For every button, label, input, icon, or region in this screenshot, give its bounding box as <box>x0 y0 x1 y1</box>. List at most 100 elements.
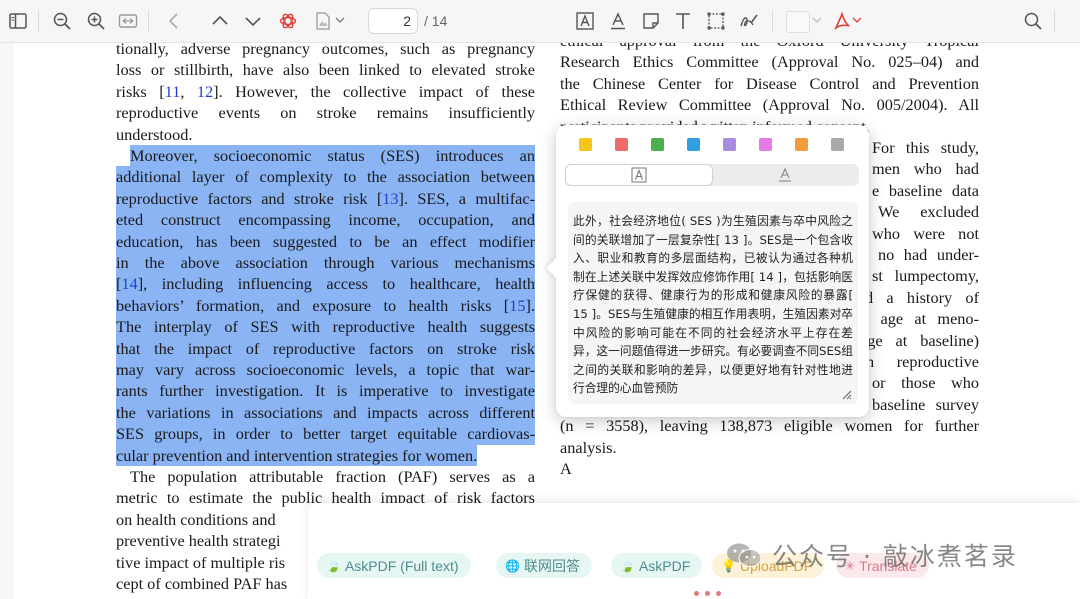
toolbar-separator <box>148 10 149 32</box>
translation-popup: 此外，社会经济地位( SES )为生殖因素与卒中风险之间的关联增加了一层复杂性[… <box>546 125 869 417</box>
assistant-chip[interactable]: 🍃 AskPDF <box>611 553 703 578</box>
back-icon[interactable] <box>162 9 186 33</box>
chevron-down-icon[interactable] <box>812 15 822 25</box>
page-total: / 14 <box>424 13 448 29</box>
zoom-in-icon[interactable] <box>84 9 108 33</box>
text-line: or those who <box>872 373 979 393</box>
underline-text-mode[interactable] <box>712 165 858 185</box>
citation-link[interactable]: 15 <box>509 296 525 315</box>
watermark-text: 公众号 · 敲冰煮茗录 <box>772 542 1018 571</box>
assistant-chip-label: AskPDF (Full text) <box>344 557 459 574</box>
color-swatch[interactable] <box>651 138 664 151</box>
chevron-down-icon[interactable] <box>852 15 862 25</box>
citation-link[interactable]: 14 <box>121 274 137 293</box>
resize-handle-icon[interactable] <box>840 388 852 400</box>
color-swatch[interactable] <box>786 11 810 33</box>
assistant-chip-label: AskPDF <box>638 557 691 574</box>
chevron-down-icon[interactable] <box>335 15 345 25</box>
text-line: Research Ethics Committee (Approval No. … <box>560 52 979 72</box>
text-line: that the impact of reproductive factors … <box>116 337 535 359</box>
color-swatch[interactable] <box>687 138 700 151</box>
text-line: rants further investigation. It is imper… <box>116 380 535 402</box>
text-line: understood. <box>116 124 193 144</box>
text-line: cular prevention and intervention strate… <box>116 444 478 466</box>
color-swatch[interactable] <box>723 138 736 151</box>
annotation-mode-toggle <box>565 164 859 186</box>
text-line: Ethical Review Committee (Approval No. 0… <box>560 95 979 115</box>
text-line: st lumpectomy, <box>872 266 979 286</box>
text-line: Moreover, socioeconomic status (SES) int… <box>130 145 535 167</box>
search-icon[interactable] <box>1021 9 1045 33</box>
leaf-icon: 🍃 <box>326 558 341 573</box>
text-line: additional layer of complexity to the as… <box>116 166 535 188</box>
document-tools-icon[interactable] <box>311 9 335 33</box>
viewer-left-margin <box>0 42 15 599</box>
page-up-icon[interactable] <box>208 9 232 33</box>
leaf-icon: 🍃 <box>620 558 635 573</box>
text-line: SES groups, in order to better target eq… <box>116 423 535 445</box>
citation-link[interactable]: 13 <box>382 189 398 208</box>
toolbar: 2 / 14 <box>0 0 1080 43</box>
text-line: may vary across socioeconomic levels, a … <box>116 359 535 381</box>
text-line: eted construct encompassing income, occu… <box>116 209 535 231</box>
text-line: e baseline data <box>872 180 979 200</box>
color-swatch[interactable] <box>831 138 844 151</box>
page-number-input[interactable]: 2 <box>368 8 418 34</box>
toolbar-separator <box>772 10 773 32</box>
citation-link[interactable]: 12 <box>197 82 213 101</box>
text-line: baseline survey <box>872 394 979 414</box>
page-down-icon[interactable] <box>241 9 265 33</box>
underline-icon[interactable] <box>606 9 630 33</box>
chatgpt-icon[interactable] <box>276 9 300 33</box>
text-line: e age at meno- <box>862 309 979 329</box>
select-region-icon[interactable] <box>704 9 728 33</box>
assistant-chip-label: 联网回答 <box>523 557 580 574</box>
note-icon[interactable] <box>639 9 663 33</box>
globe-icon: 🌐 <box>505 558 520 573</box>
fit-width-icon[interactable] <box>116 9 140 33</box>
text-box-icon[interactable] <box>573 9 597 33</box>
sign-icon[interactable] <box>737 9 761 33</box>
text-line: behaviors’ formation, and exposure to he… <box>116 294 535 317</box>
text-line: reproductive factors and stroke risk [13… <box>116 187 535 210</box>
sidebar-toggle-icon[interactable] <box>6 9 30 33</box>
text-line: no had under- <box>878 245 979 264</box>
pdf-export-icon[interactable] <box>830 9 854 33</box>
translation-text-box[interactable]: 此外，社会经济地位( SES )为生殖因素与卒中风险之间的关联增加了一层复杂性[… <box>568 202 858 404</box>
text-line: loss or stillbirth, have also been linke… <box>116 60 535 80</box>
color-swatch[interactable] <box>579 138 592 151</box>
text-line: We excluded <box>878 202 979 222</box>
text-line: education, has been suggested to be an e… <box>116 230 535 252</box>
text-line: The population attributable fraction (PA… <box>130 467 535 486</box>
text-line: in the above association through various… <box>116 252 535 274</box>
color-swatch[interactable] <box>615 138 628 151</box>
text-line: analysis. <box>560 437 617 457</box>
color-swatch[interactable] <box>795 138 808 151</box>
zoom-out-icon[interactable] <box>50 9 74 33</box>
text-line: reproductive events on stroke remains in… <box>116 103 535 123</box>
text-line: risks [11, 12]. However, the collective … <box>116 81 535 101</box>
text-line: A <box>560 459 572 478</box>
text-line: age at baseline) <box>860 330 979 350</box>
assistant-chip[interactable]: 🌐 联网回答 <box>496 553 592 578</box>
color-swatch[interactable] <box>759 138 772 151</box>
more-dots-icon[interactable] <box>694 591 721 596</box>
text-line: The interplay of SES with reproductive h… <box>116 316 535 338</box>
text-line: who were not <box>872 223 979 243</box>
text-line: d a history of <box>865 287 979 307</box>
assistant-chip[interactable]: 🍃 AskPDF (Full text) <box>317 553 471 578</box>
text-line: [14], including influencing access to he… <box>116 273 535 295</box>
citation-link[interactable]: 11 <box>165 82 181 101</box>
toolbar-separator <box>1054 10 1055 32</box>
wechat-watermark: 公众号 · 敲冰煮茗录 <box>724 537 1018 573</box>
text-icon[interactable] <box>671 9 695 33</box>
wechat-logo-icon <box>727 543 762 567</box>
text-line: ethical approval from the Oxford Univers… <box>560 42 979 51</box>
translation-text: 此外，社会经济地位( SES )为生殖因素与卒中风险之间的关联增加了一层复杂性[… <box>573 214 853 396</box>
text-line: For this study, <box>872 138 979 157</box>
text-line: the Chinese Center for Disease Control a… <box>560 73 979 93</box>
highlight-text-mode[interactable] <box>566 165 712 185</box>
text-line: (n = 3558), leaving 138,873 eligible wom… <box>560 416 979 436</box>
underline-text-icon <box>779 167 791 182</box>
toolbar-separator <box>38 10 39 32</box>
